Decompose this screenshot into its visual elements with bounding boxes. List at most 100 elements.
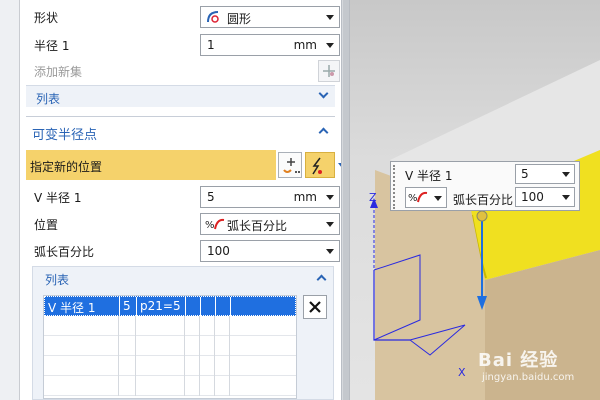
popup-v-radius-field[interactable]: 5 — [515, 164, 575, 184]
table-cell: V 半径 1 — [48, 301, 96, 315]
add-set-icon — [322, 64, 336, 81]
table-cell: p21=5 — [140, 299, 181, 313]
radius1-value: 1 — [207, 38, 215, 52]
position-dropdown[interactable]: % 弧长百分比 — [200, 213, 340, 235]
column-divider — [199, 376, 200, 396]
left-toolbar-strip — [0, 0, 20, 400]
column-divider — [214, 336, 215, 356]
position-row: 位置 % 弧长百分比 — [28, 211, 340, 237]
watermark-url: jingyan.baidu.com — [482, 372, 575, 383]
point-dialog-button[interactable] — [278, 152, 302, 178]
chevron-down-icon — [562, 195, 570, 200]
list2-table: V 半径 1 5 p21=5 — [43, 295, 297, 399]
add-new-set-row: 添加新集 — [28, 58, 340, 84]
popup-grip[interactable] — [393, 165, 397, 209]
list2-header[interactable]: 列表 — [33, 267, 333, 289]
chevron-down-icon — [326, 15, 334, 20]
arc-percent-value: 100 — [207, 244, 230, 258]
svg-text:%: % — [408, 193, 418, 204]
popup-arc-label: 弧长百分比 — [453, 193, 514, 207]
column-divider — [118, 316, 119, 336]
popup-arc-value: 100 — [521, 190, 544, 204]
list1-header[interactable]: 列表 — [26, 85, 335, 107]
graphics-viewport[interactable]: Z X V 半径 1 5 % 弧长百分比 100 Bai 经验 jingyan.… — [350, 0, 600, 400]
point-dialog-icon — [281, 156, 301, 179]
column-divider — [215, 297, 216, 317]
popup-position-dropdown[interactable]: % — [405, 187, 447, 208]
list2-container: 列表 V 半径 1 5 p21=5 — [32, 266, 334, 400]
column-divider — [229, 356, 230, 376]
variable-radius-title: 可变半径点 — [32, 128, 98, 143]
column-divider — [184, 316, 185, 336]
axis-x-label: X — [458, 366, 466, 379]
v-radius1-label: V 半径 1 — [34, 191, 82, 205]
specify-location-row[interactable]: 指定新的位置 — [26, 150, 276, 180]
column-divider — [135, 376, 136, 396]
chevron-down-icon — [326, 43, 334, 48]
chevron-down-icon — [326, 249, 334, 254]
table-row[interactable] — [44, 316, 296, 336]
column-divider — [135, 336, 136, 356]
chevron-up-icon — [316, 274, 327, 285]
radius1-field[interactable]: 1 mm — [200, 34, 340, 56]
popup-arc-field[interactable]: 100 — [515, 187, 575, 207]
position-value: 弧长百分比 — [227, 219, 288, 233]
radius1-row: 半径 1 1 mm — [28, 32, 340, 58]
chevron-down-icon — [562, 172, 570, 177]
arc-percent-field[interactable]: 100 — [200, 240, 340, 262]
arc-percent-icon: % — [408, 190, 428, 207]
column-divider — [184, 376, 185, 396]
section-divider — [26, 116, 335, 117]
chevron-down-icon — [318, 88, 329, 99]
shape-dropdown[interactable]: 圆形 — [200, 6, 340, 28]
column-divider — [184, 336, 185, 356]
list2-title: 列表 — [45, 273, 70, 287]
fillet-dialog-panel: 形状 圆形 半径 1 1 mm 添加新集 列表 可变半径点 指定新的位置 V 半… — [20, 0, 342, 400]
column-divider — [230, 297, 231, 317]
radius1-label: 半径 1 — [34, 39, 70, 53]
column-divider — [199, 356, 200, 376]
column-divider — [214, 356, 215, 376]
variable-radius-header[interactable]: 可变半径点 — [26, 120, 335, 144]
column-divider — [118, 376, 119, 396]
table-row[interactable]: V 半径 1 5 p21=5 — [44, 296, 296, 317]
column-divider — [118, 356, 119, 376]
column-divider — [229, 316, 230, 336]
table-cell: 5 — [123, 299, 131, 313]
circle-shape-icon — [206, 10, 222, 27]
specify-location-label: 指定新的位置 — [30, 160, 103, 174]
table-row[interactable] — [44, 376, 296, 396]
column-divider — [184, 356, 185, 376]
radius1-unit: mm — [293, 38, 317, 52]
axis-z-label: Z — [369, 191, 377, 204]
table-row[interactable] — [44, 356, 296, 376]
add-new-set-label: 添加新集 — [34, 65, 83, 79]
v-radius1-row: V 半径 1 5 mm — [28, 184, 340, 210]
column-divider — [200, 297, 201, 317]
position-label: 位置 — [34, 218, 59, 232]
panel-scrollbar[interactable] — [342, 0, 350, 400]
column-divider — [136, 297, 137, 317]
column-divider — [118, 336, 119, 356]
watermark-logo: Bai 经验 — [478, 350, 559, 371]
shape-label: 形状 — [34, 11, 59, 25]
column-divider — [229, 336, 230, 356]
chevron-down-icon — [326, 195, 334, 200]
add-set-button[interactable] — [318, 60, 340, 82]
v-radius1-field[interactable]: 5 mm — [200, 186, 340, 208]
svg-text:%: % — [205, 220, 215, 231]
column-divider — [229, 376, 230, 396]
column-divider — [135, 356, 136, 376]
point-snap-icon — [309, 156, 325, 179]
column-divider — [199, 316, 200, 336]
scrollbar-thumb[interactable] — [343, 0, 349, 400]
delete-row-button[interactable] — [303, 295, 327, 319]
table-row[interactable] — [44, 336, 296, 356]
column-divider — [135, 316, 136, 336]
column-divider — [214, 376, 215, 396]
popup-v-radius-value: 5 — [521, 167, 529, 181]
column-divider — [214, 316, 215, 336]
close-icon — [308, 300, 322, 317]
list1-title: 列表 — [36, 92, 61, 106]
point-snap-button[interactable] — [305, 152, 335, 178]
